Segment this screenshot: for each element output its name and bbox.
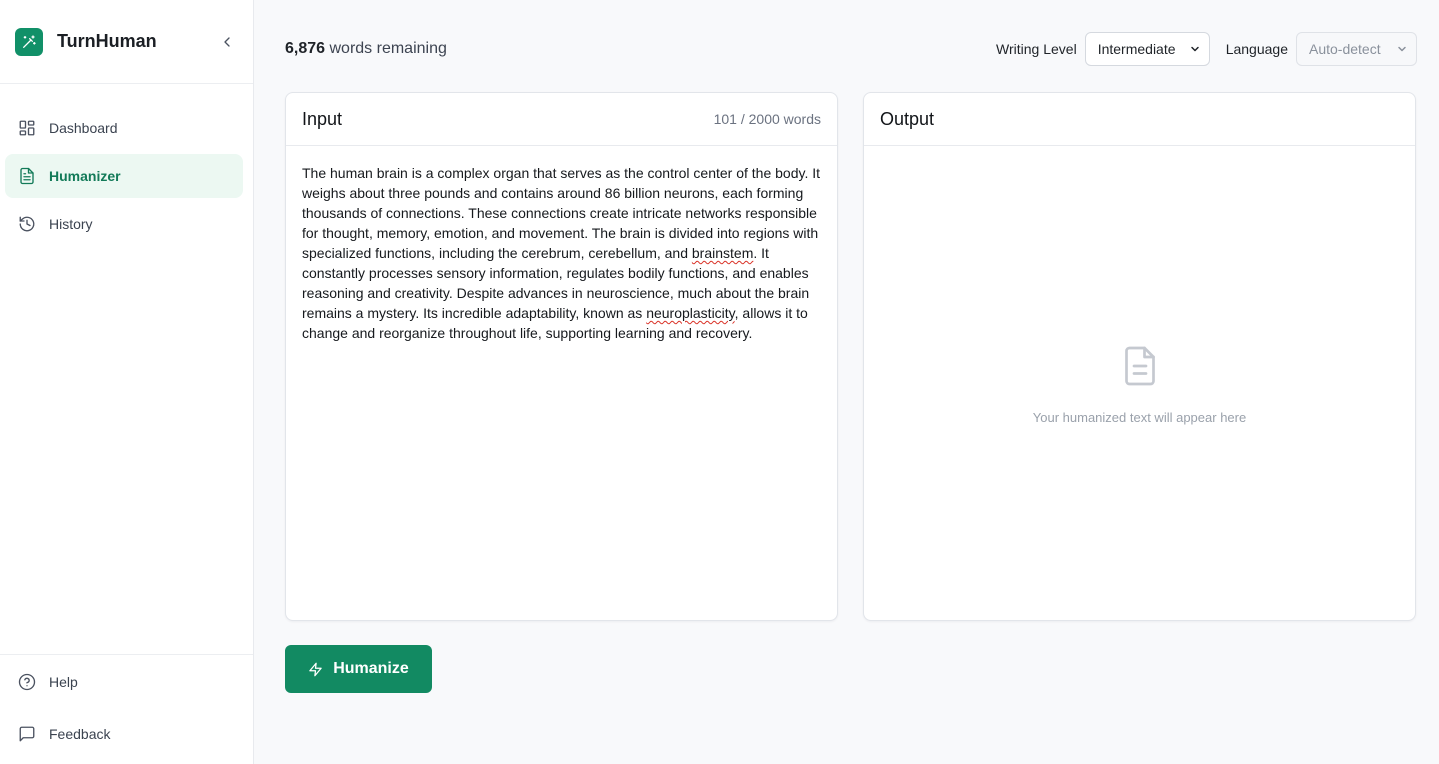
sidebar-footer: Help Feedback — [0, 654, 253, 764]
language-value: Auto-detect — [1309, 41, 1381, 57]
sidebar-item-feedback[interactable]: Feedback — [5, 712, 243, 756]
misspelled-word: brainstem — [691, 245, 754, 261]
humanize-button-label: Humanize — [333, 660, 409, 677]
sidebar-item-dashboard[interactable]: Dashboard — [5, 106, 243, 150]
sidebar-item-help[interactable]: Help — [5, 660, 243, 704]
document-icon — [18, 167, 36, 185]
toolbar: 6,876 words remaining Writing Level Inte… — [285, 32, 1417, 66]
words-remaining-text: words remaining — [329, 40, 447, 57]
file-text-icon — [1122, 345, 1158, 392]
output-panel-title: Output — [880, 108, 935, 129]
output-panel-header: Output — [864, 93, 1415, 146]
message-square-icon — [18, 725, 36, 743]
sidebar-nav: Dashboard Humanizer History — [0, 84, 253, 246]
chevron-down-icon — [1189, 43, 1201, 55]
input-panel-header: Input 101 / 2000 words — [286, 93, 837, 146]
output-placeholder: Your humanized text will appear here — [1032, 410, 1247, 425]
history-icon — [18, 215, 36, 233]
words-remaining-count: 6,876 — [285, 40, 326, 57]
words-remaining: 6,876 words remaining — [285, 40, 996, 58]
writing-level-value: Intermediate — [1097, 41, 1176, 57]
collapse-sidebar-button[interactable] — [215, 30, 239, 54]
output-panel: Output Your humanized text will appear h… — [863, 92, 1416, 621]
app-name: TurnHuman — [57, 31, 157, 51]
sidebar-item-label: History — [49, 216, 93, 232]
help-circle-icon — [18, 673, 36, 691]
chevron-down-icon — [1396, 43, 1408, 55]
output-empty-state: Your humanized text will appear here — [864, 345, 1415, 425]
chevron-left-icon — [224, 36, 230, 47]
misspelled-word: neuroplasticity — [646, 305, 735, 321]
main-content: 6,876 words remaining Writing Level Inte… — [254, 0, 1439, 764]
input-word-count: 101 / 2000 words — [713, 111, 821, 127]
sidebar-item-humanizer[interactable]: Humanizer — [5, 154, 243, 198]
sidebar-item-label: Humanizer — [49, 168, 121, 184]
sidebar-item-label: Dashboard — [49, 120, 118, 136]
sidebar: TurnHuman Dashboard Humanizer History He… — [0, 0, 254, 764]
sidebar-item-label: Feedback — [49, 726, 111, 742]
language-select[interactable]: Auto-detect — [1296, 32, 1417, 66]
input-panel: Input 101 / 2000 words The human brain i… — [285, 92, 838, 621]
input-panel-title: Input — [302, 108, 343, 129]
sidebar-item-history[interactable]: History — [5, 202, 243, 246]
language-label: Language — [1225, 41, 1288, 57]
grid-icon — [18, 119, 36, 137]
sidebar-item-label: Help — [49, 674, 78, 690]
writing-level-label: Writing Level — [996, 41, 1077, 57]
writing-level-select[interactable]: Intermediate — [1084, 32, 1210, 66]
magic-wand-icon — [15, 27, 43, 56]
bolt-icon — [308, 662, 323, 677]
input-textarea[interactable]: The human brain is a complex organ that … — [286, 146, 837, 616]
brand-header: TurnHuman — [0, 0, 253, 84]
humanize-button[interactable]: Humanize — [285, 645, 432, 693]
